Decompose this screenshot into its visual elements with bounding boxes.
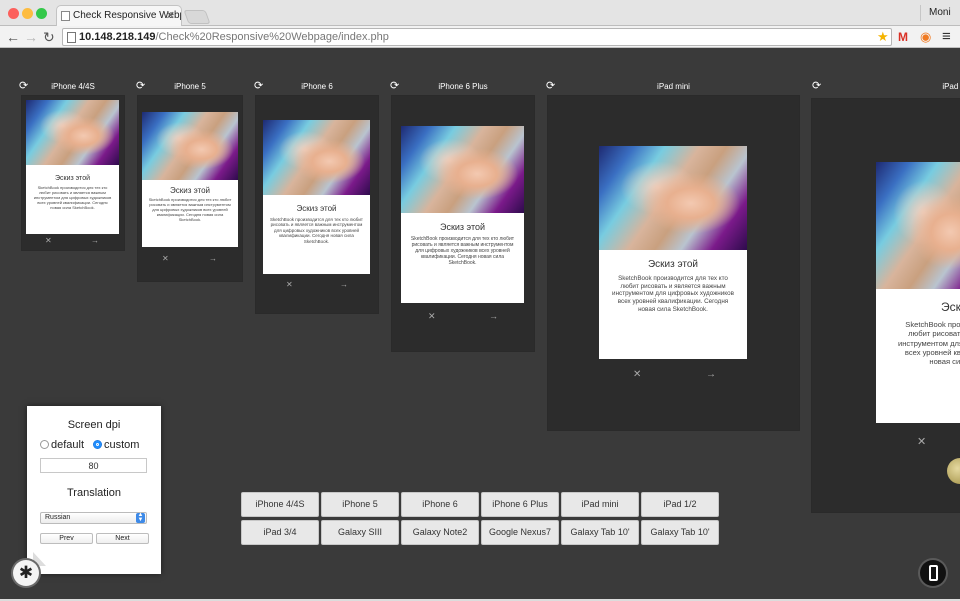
phone-icon bbox=[929, 565, 938, 581]
device-screen: Эскиз этой SketchBook производится для т… bbox=[142, 112, 238, 247]
next-arrow-icon[interactable]: → bbox=[340, 280, 348, 290]
sketch-artwork bbox=[142, 112, 238, 180]
card-text: SketchBook производится для тех кто люби… bbox=[270, 217, 363, 244]
sketch-artwork bbox=[401, 126, 524, 213]
sketch-artwork bbox=[599, 146, 747, 250]
card-text: SketchBook производится для тех кто люби… bbox=[897, 320, 960, 366]
device-frame-iphone-6-plus: Эскиз этой SketchBook производится для т… bbox=[392, 96, 534, 351]
device-frame-iphone-6: Эскиз этой SketchBook производится для т… bbox=[256, 96, 378, 313]
device-button-iphone-4[interactable]: iPhone 4/4S bbox=[241, 492, 319, 517]
dpi-custom-radio[interactable]: custom bbox=[93, 439, 139, 451]
card-text: SketchBook производится для тех кто люби… bbox=[410, 236, 515, 267]
device-screen: Эскиз этой SketchBook производится для т… bbox=[26, 100, 119, 234]
radio-off-icon bbox=[40, 440, 49, 449]
bookmark-star-icon[interactable]: ★ bbox=[877, 29, 889, 45]
device-screen: Эскиз этой SketchBook производится для т… bbox=[876, 162, 960, 423]
sketch-artwork bbox=[263, 120, 370, 195]
translation-title: Translation bbox=[66, 487, 121, 499]
card-text: SketchBook производится для тех кто люби… bbox=[612, 275, 734, 313]
back-button[interactable]: ← bbox=[6, 29, 20, 45]
close-icon[interactable]: ✕ bbox=[162, 254, 169, 264]
close-icon[interactable]: ✕ bbox=[633, 370, 641, 380]
prev-button[interactable]: Prev bbox=[40, 533, 93, 544]
new-tab-button[interactable] bbox=[183, 10, 211, 24]
settings-gear-icon[interactable]: ✱ bbox=[13, 560, 39, 586]
next-arrow-icon[interactable]: → bbox=[706, 370, 716, 380]
card-title: Эскиз этой bbox=[940, 300, 960, 314]
device-frame-ipad-1-2: Эскиз этой SketchBook производится для т… bbox=[812, 99, 960, 512]
close-icon[interactable]: ✕ bbox=[45, 236, 52, 246]
device-button-galaxy-note2[interactable]: Galaxy Note2 bbox=[401, 520, 479, 545]
card-title: Эскиз этой bbox=[296, 204, 337, 213]
device-button-iphone-6-plus[interactable]: iPhone 6 Plus bbox=[481, 492, 559, 517]
device-label: iPad mini bbox=[657, 82, 690, 91]
device-button-nexus7[interactable]: Google Nexus7 bbox=[481, 520, 559, 545]
close-icon[interactable]: ✕ bbox=[286, 280, 293, 290]
dpi-custom-label: custom bbox=[104, 439, 140, 451]
card-title: Эскиз этой bbox=[54, 175, 90, 182]
sketch-artwork bbox=[876, 162, 960, 289]
close-icon[interactable]: ✕ bbox=[917, 437, 926, 448]
forward-button[interactable]: → bbox=[24, 29, 38, 45]
device-button-ipad-3-4[interactable]: iPad 3/4 bbox=[241, 520, 319, 545]
phone-mode-toggle[interactable] bbox=[920, 560, 946, 586]
select-arrows-icon: ▲ ▼ bbox=[136, 512, 145, 523]
card-text: SketchBook производится для тех кто люби… bbox=[148, 198, 232, 222]
dpi-default-radio[interactable]: default bbox=[40, 439, 84, 451]
screen-dpi-title: Screen dpi bbox=[67, 419, 121, 431]
device-button-iphone-6[interactable]: iPhone 6 bbox=[401, 492, 479, 517]
sketch-artwork bbox=[26, 100, 119, 165]
settings-panel: Screen dpi default custom Translation Ru… bbox=[27, 406, 161, 574]
language-selected: Russian bbox=[45, 514, 71, 521]
device-button-ipad-1-2[interactable]: iPad 1/2 bbox=[641, 492, 719, 517]
device-screen: Эскиз этой SketchBook производится для т… bbox=[401, 126, 524, 303]
browser-menu-icon[interactable]: ≡ bbox=[942, 29, 951, 45]
card-title: Эскиз этой bbox=[647, 259, 698, 270]
page-icon bbox=[67, 32, 76, 43]
url-path: /Check%20Responsive%20Webpage/index.php bbox=[155, 31, 389, 43]
device-screen: Эскиз этой SketchBook производится для т… bbox=[263, 120, 370, 274]
minimize-window-button[interactable] bbox=[22, 8, 33, 19]
browser-tab[interactable]: Check Responsive Webpag ✕ bbox=[56, 5, 182, 26]
card-text: SketchBook производится для тех кто люби… bbox=[33, 186, 112, 210]
card-title: Эскиз этой bbox=[169, 186, 210, 195]
extension-icon[interactable]: ◉ bbox=[920, 29, 931, 45]
device-label: iPhone 6 Plus bbox=[438, 82, 488, 91]
device-label: iPhone 5 bbox=[174, 82, 206, 91]
tab-close-icon[interactable]: ✕ bbox=[166, 9, 175, 22]
device-button-galaxy-tab-a[interactable]: Galaxy Tab 10' bbox=[561, 520, 639, 545]
language-select[interactable]: Russian ▲ ▼ bbox=[40, 512, 147, 524]
device-label: iPhone 4/4S bbox=[51, 82, 95, 91]
device-button-galaxy-tab-b[interactable]: Galaxy Tab 10' bbox=[641, 520, 719, 545]
dpi-input[interactable] bbox=[40, 458, 147, 473]
device-frame-iphone-4: Эскиз этой SketchBook производится для т… bbox=[22, 96, 124, 250]
profile-name[interactable]: Moni bbox=[920, 5, 960, 21]
browser-tab-bar: Check Responsive Webpag ✕ Moni bbox=[0, 0, 960, 26]
page-favicon-icon bbox=[61, 11, 70, 21]
zoom-window-button[interactable] bbox=[36, 8, 47, 19]
device-button-iphone-5[interactable]: iPhone 5 bbox=[321, 492, 399, 517]
device-label: iPad 1/2 bbox=[942, 82, 960, 91]
next-button[interactable]: Next bbox=[96, 533, 149, 544]
next-arrow-icon[interactable]: → bbox=[91, 236, 99, 246]
close-window-button[interactable] bbox=[8, 8, 19, 19]
device-frame-iphone-5: Эскиз этой SketchBook производится для т… bbox=[138, 96, 242, 281]
close-icon[interactable]: ✕ bbox=[428, 311, 436, 321]
next-arrow-icon[interactable]: → bbox=[489, 311, 498, 321]
radio-on-icon bbox=[93, 440, 102, 449]
browser-toolbar: ← → ↻ 10.148.218.149/Check%20Responsive%… bbox=[0, 26, 960, 48]
url-host: 10.148.218.149 bbox=[79, 31, 156, 43]
card-title: Эскиз этой bbox=[439, 222, 485, 232]
device-frame-ipad-mini: Эскиз этой SketchBook производится для т… bbox=[548, 96, 799, 430]
device-button-ipad-mini[interactable]: iPad mini bbox=[561, 492, 639, 517]
gmail-extension-icon[interactable]: M bbox=[898, 29, 908, 45]
device-label: iPhone 6 bbox=[301, 82, 333, 91]
reload-button[interactable]: ↻ bbox=[43, 29, 55, 45]
next-arrow-icon[interactable]: → bbox=[209, 254, 217, 264]
address-bar[interactable]: 10.148.218.149/Check%20Responsive%20Webp… bbox=[62, 28, 892, 46]
device-button-galaxy-s3[interactable]: Galaxy SIII bbox=[321, 520, 399, 545]
dpi-default-label: default bbox=[51, 439, 85, 451]
device-screen: Эскиз этой SketchBook производится для т… bbox=[599, 146, 747, 359]
